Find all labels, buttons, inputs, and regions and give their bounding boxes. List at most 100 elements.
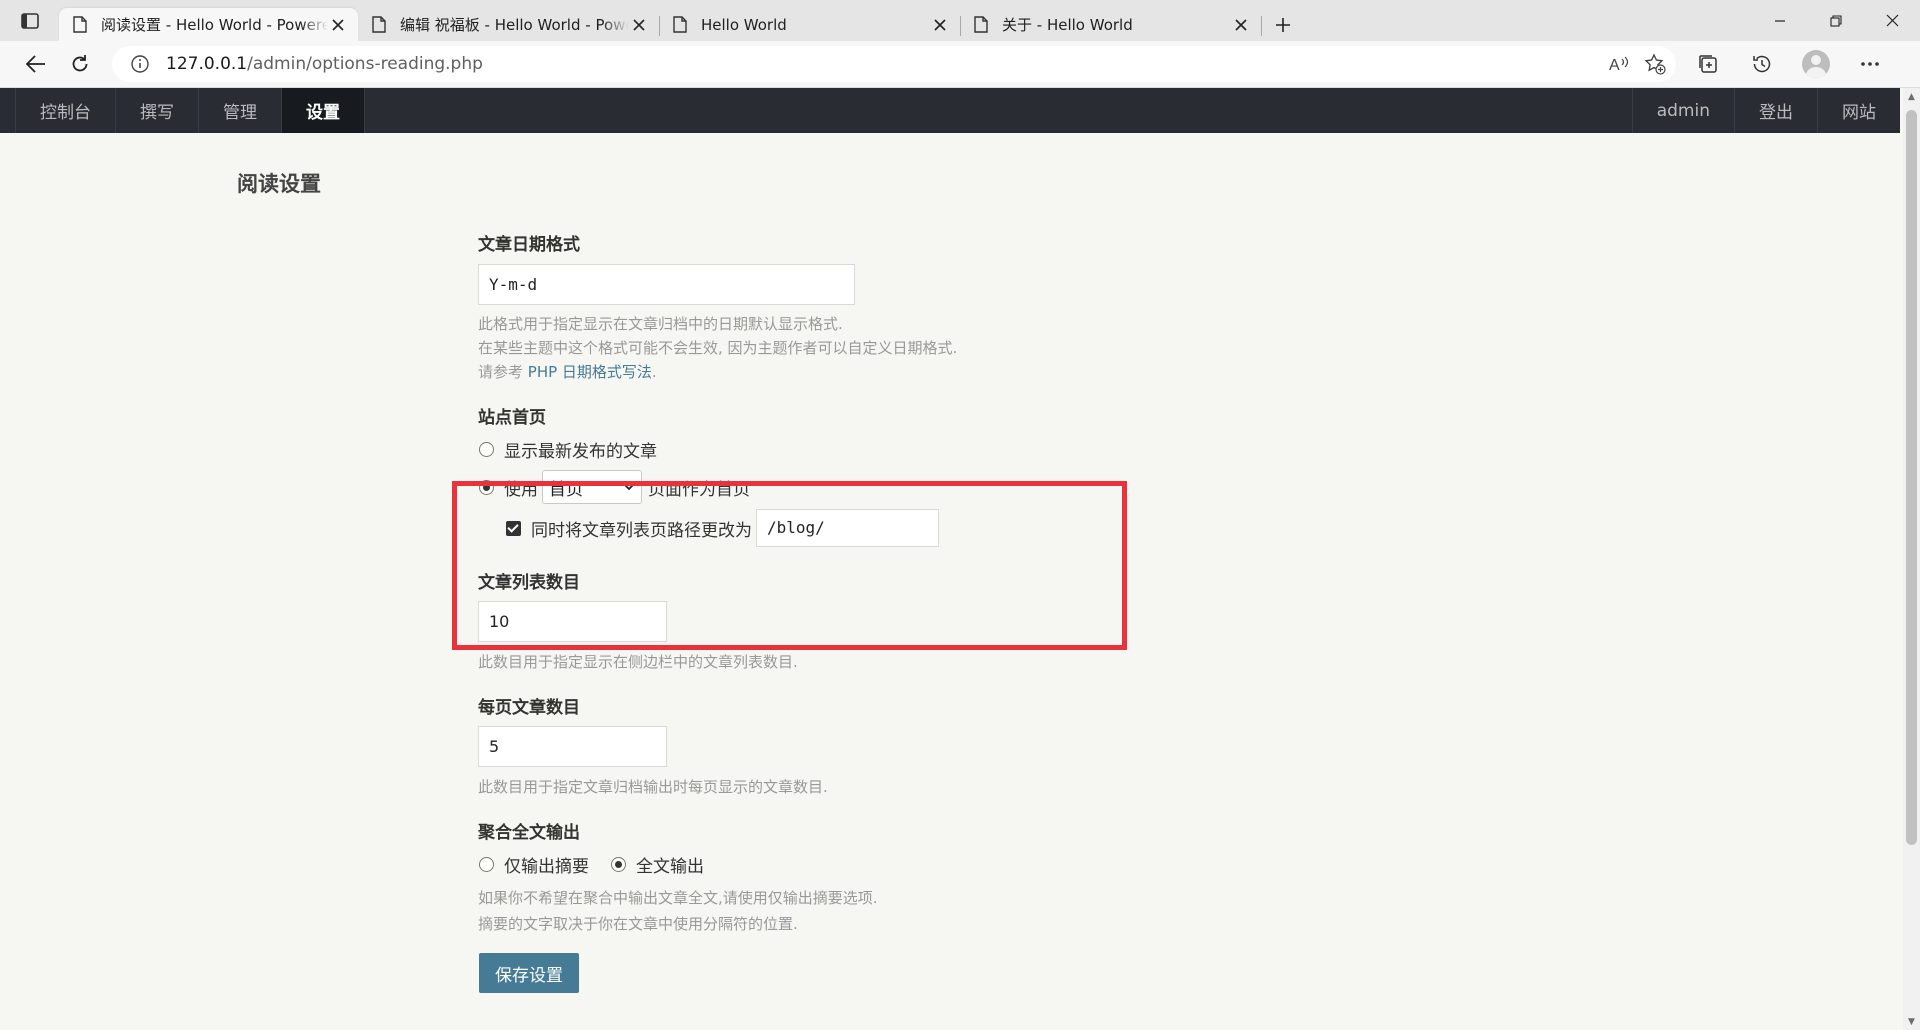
front-page-label: 站点首页 (478, 408, 546, 428)
restore-button[interactable] (1808, 0, 1864, 41)
radio-latest-label: 显示最新发布的文章 (504, 442, 657, 462)
minimize-button[interactable] (1752, 0, 1808, 41)
radio-latest[interactable] (479, 442, 494, 457)
change-path-label: 同时将文章列表页路径更改为 (531, 520, 752, 541)
nav-site[interactable]: 网站 (1817, 88, 1900, 133)
close-icon[interactable] (1231, 15, 1251, 35)
tab-title: 关于 - Hello World (1002, 16, 1133, 34)
page-icon (974, 16, 988, 33)
favorite-add-icon[interactable] (1644, 53, 1666, 75)
select-value: 首页 (549, 479, 583, 500)
close-icon[interactable] (328, 15, 348, 35)
scroll-up-arrow-icon[interactable]: ▲ (1903, 88, 1920, 105)
history-button[interactable] (1740, 46, 1784, 82)
page-icon (372, 16, 386, 33)
url-host: 127.0.0.1 (166, 54, 248, 74)
tab-edit-blessing[interactable]: 编辑 祝福板 - Hello World - Powered by Typech… (358, 8, 660, 41)
page-size-label: 每页文章数目 (478, 698, 580, 718)
feed-full-label: 聚合全文输出 (478, 823, 580, 843)
minimize-icon (1775, 19, 1785, 22)
tab-title: Hello World (701, 15, 787, 34)
feed-full-desc-line1: 如果你不希望在聚合中输出文章全文,请使用仅输出摘要选项. (478, 889, 878, 907)
feed-full-desc-line2: 摘要的文字取决于你在文章中使用分隔符的位置. (478, 915, 798, 933)
change-path-option[interactable]: 同时将文章列表页路径更改为 /blog/ (506, 509, 939, 547)
url-text[interactable]: 127.0.0.1/admin/options-reading.php (166, 54, 1608, 74)
close-icon[interactable] (629, 15, 649, 35)
nav-right: admin 登出 网站 (1631, 88, 1900, 133)
date-format-input[interactable]: Y-m-d (478, 264, 855, 305)
front-page-use-page-option[interactable]: 使用 首页 页面作为首页 (479, 470, 750, 504)
read-aloud-icon[interactable]: A (1608, 54, 1630, 74)
nav-user-admin[interactable]: admin (1631, 88, 1734, 133)
svg-text:A: A (1609, 57, 1620, 74)
reload-icon (72, 55, 88, 72)
nav-manage[interactable]: 管理 (199, 88, 282, 133)
restore-icon (1830, 14, 1842, 27)
nav-write[interactable]: 撰写 (116, 88, 199, 133)
url-path: /admin/options-reading.php (247, 54, 483, 74)
tab-actions-button[interactable] (0, 0, 59, 41)
date-format-desc-line1: 此格式用于指定显示在文章归档中的日期默认显示格式. (478, 315, 843, 333)
tab-title: 编辑 祝福板 - Hello World - Powered by Typech… (400, 16, 629, 34)
more-icon (1861, 62, 1879, 66)
date-format-desc: 此格式用于指定显示在文章归档中的日期默认显示格式. 在某些主题中这个格式可能不会… (478, 312, 1178, 384)
tab-strip: 阅读设置 - Hello World - Powered by Typecho … (0, 0, 1920, 41)
chevron-down-icon (623, 483, 635, 491)
close-icon[interactable] (930, 15, 950, 35)
tab-hello-world[interactable]: Hello World (659, 8, 961, 41)
page-size-input[interactable]: 5 (478, 726, 667, 767)
list-count-label: 文章列表数目 (478, 573, 580, 593)
nav-settings[interactable]: 设置 (282, 88, 365, 133)
tab-reading-settings[interactable]: 阅读设置 - Hello World - Powered by Typecho (59, 8, 358, 41)
feed-output-options: 仅输出摘要 全文输出 (479, 852, 704, 877)
page-size-desc: 此数目用于指定文章归档输出时每页显示的文章数目. (478, 778, 828, 796)
radio-use-page[interactable] (479, 479, 494, 495)
page-scrollbar[interactable]: ▲ ▼ (1903, 88, 1920, 1030)
page-icon (73, 16, 87, 33)
profile-button[interactable] (1794, 46, 1838, 82)
collections-icon (1699, 55, 1717, 73)
tab-title: 阅读设置 - Hello World - Powered by Typecho (101, 16, 328, 34)
radio-full-label[interactable]: 全文输出 (636, 852, 704, 877)
desc-suffix: . (651, 363, 657, 381)
list-count-desc: 此数目用于指定显示在侧边栏中的文章列表数目. (478, 653, 798, 671)
settings-more-button[interactable] (1848, 46, 1892, 82)
list-count-input[interactable]: 10 (478, 601, 667, 642)
date-format-label: 文章日期格式 (478, 235, 580, 255)
tab-separator (1261, 16, 1262, 36)
browser-toolbar: 127.0.0.1/admin/options-reading.php A (0, 41, 1920, 88)
address-bar[interactable]: 127.0.0.1/admin/options-reading.php A (112, 46, 1676, 82)
plus-icon (1276, 17, 1290, 32)
back-arrow-icon (26, 55, 45, 73)
tab-about[interactable]: 关于 - Hello World (960, 8, 1262, 41)
radio-excerpt-label[interactable]: 仅输出摘要 (504, 852, 589, 877)
feed-full-desc: 如果你不希望在聚合中输出文章全文,请使用仅输出摘要选项. 摘要的文字取决于你在文… (478, 886, 1178, 936)
avatar (1802, 50, 1830, 78)
radio-excerpt[interactable] (479, 857, 494, 872)
collections-button[interactable] (1686, 46, 1730, 82)
reload-button[interactable] (58, 46, 102, 82)
radio-use-label: 使用 (504, 479, 538, 500)
close-window-button[interactable] (1864, 0, 1920, 41)
nav-dashboard[interactable]: 控制台 (15, 88, 116, 133)
back-button[interactable] (14, 46, 58, 82)
change-path-checkbox[interactable] (506, 520, 521, 536)
admin-nav: 控制台 撰写 管理 设置 admin 登出 网站 (0, 88, 1900, 133)
blog-path-input[interactable]: /blog/ (756, 509, 939, 547)
tab-actions-icon (20, 12, 39, 29)
front-page-select[interactable]: 首页 (542, 470, 642, 504)
nav-logout[interactable]: 登出 (1734, 88, 1817, 133)
front-page-latest-option[interactable]: 显示最新发布的文章 (479, 437, 657, 462)
info-icon[interactable] (130, 54, 150, 74)
radio-full[interactable] (611, 857, 626, 872)
date-format-desc-line3: 请参考 PHP 日期格式写法. (478, 360, 1178, 384)
php-date-format-link[interactable]: PHP 日期格式写法 (528, 363, 652, 381)
scroll-thumb[interactable] (1906, 110, 1917, 845)
save-settings-button[interactable]: 保存设置 (479, 953, 579, 993)
new-tab-button[interactable] (1261, 8, 1305, 41)
scroll-down-arrow-icon[interactable]: ▼ (1903, 1013, 1920, 1030)
desc-prefix: 请参考 (478, 363, 528, 381)
page-title: 阅读设置 (237, 172, 321, 196)
page-viewport: 控制台 撰写 管理 设置 admin 登出 网站 阅读设置 文章日期格式 Y-m… (0, 88, 1920, 1030)
date-format-desc-line2: 在某些主题中这个格式可能不会生效, 因为主题作者可以自定义日期格式. (478, 339, 958, 357)
